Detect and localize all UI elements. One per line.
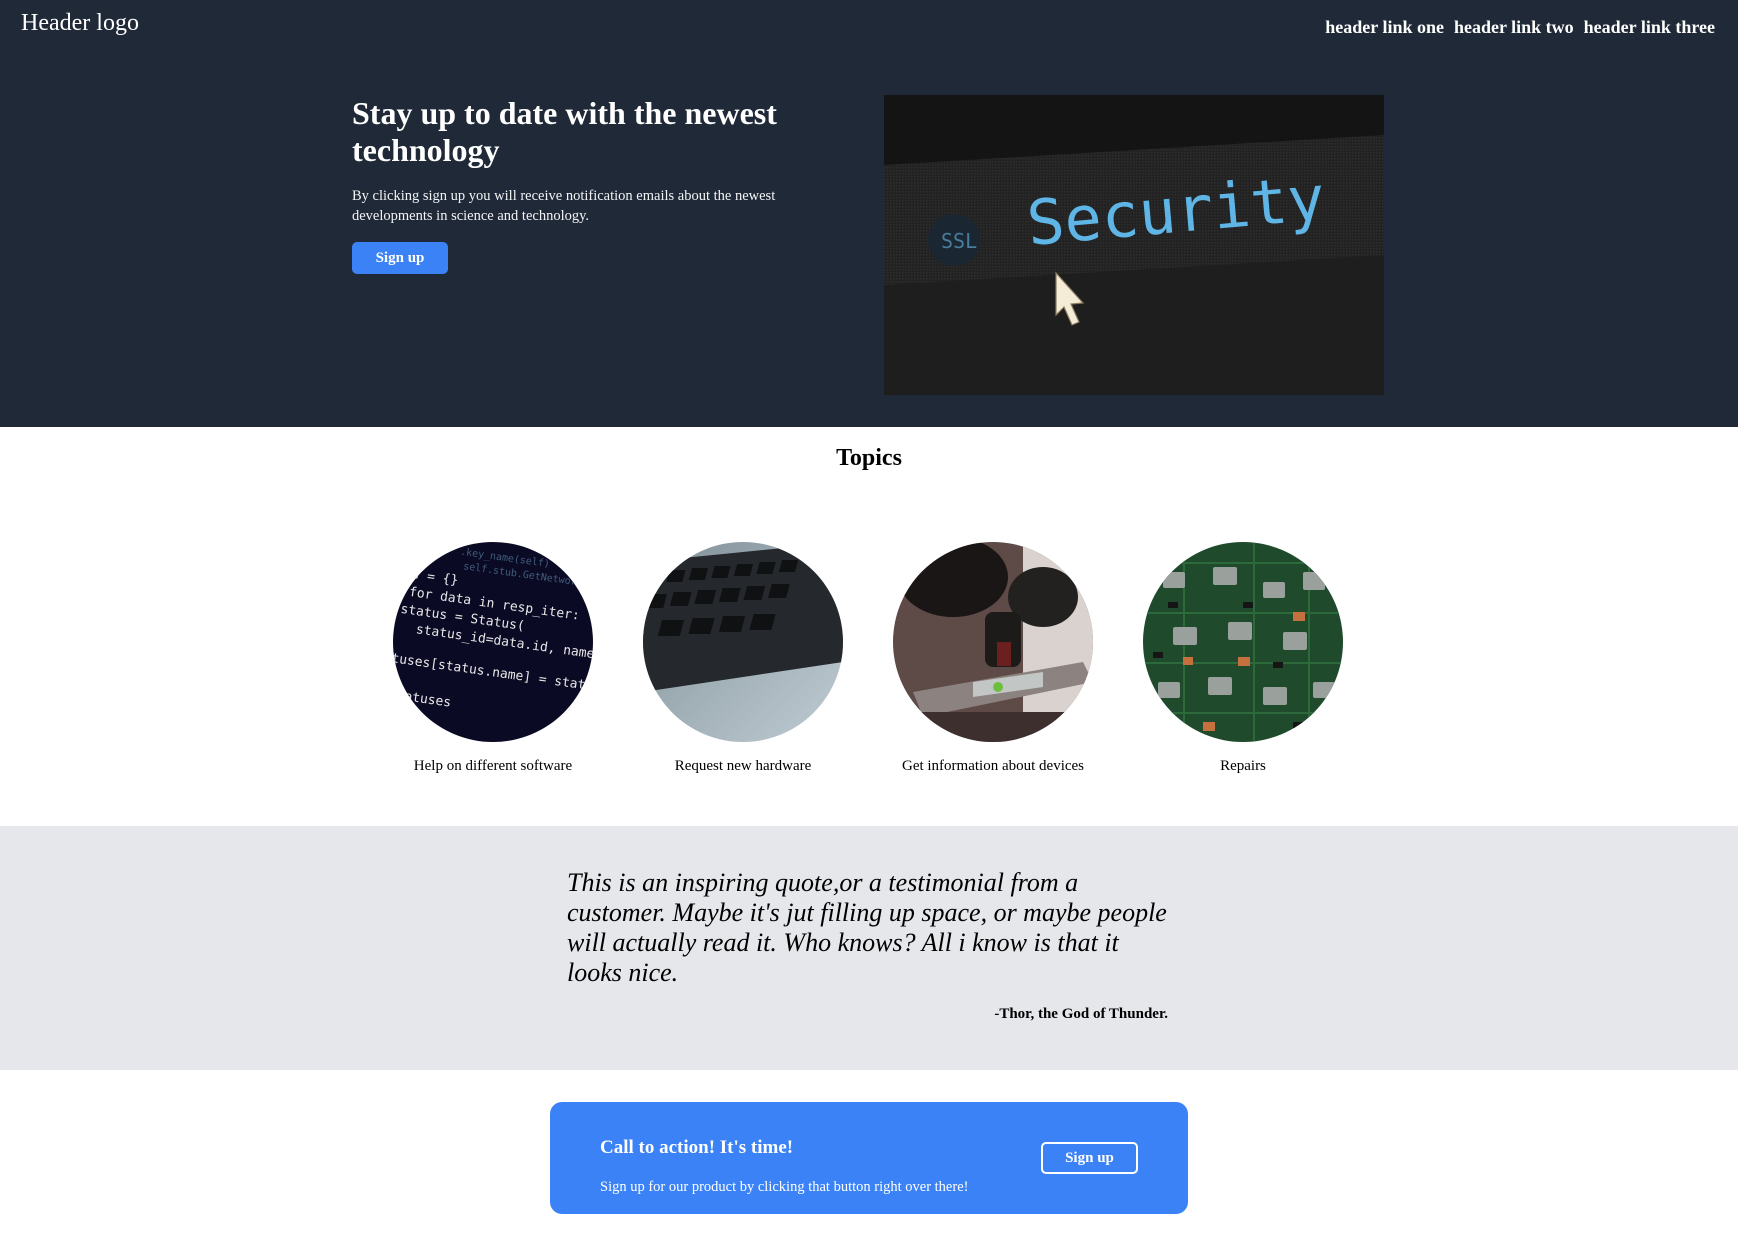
hero-text: Stay up to date with the newest technolo… bbox=[352, 95, 792, 274]
cta-subtitle: Sign up for our product by clicking that… bbox=[600, 1179, 969, 1195]
quote-text: This is an inspiring quote,or a testimon… bbox=[567, 868, 1167, 987]
hero-image: SSL Security bbox=[884, 95, 1384, 395]
header-link-one[interactable]: header link one bbox=[1325, 17, 1444, 38]
header-link-three[interactable]: header link three bbox=[1584, 17, 1715, 38]
cta-box: Call to action! It's time! Sign up for o… bbox=[550, 1102, 1188, 1214]
laptop-keyboard-image bbox=[643, 542, 843, 742]
cta-signup-button[interactable]: Sign up bbox=[1041, 1142, 1138, 1174]
topic-hardware[interactable]: Request new hardware bbox=[618, 542, 868, 775]
topic-software[interactable]: .key_name(self) self.stub.GetNetwork s =… bbox=[368, 542, 618, 775]
topic-caption: Repairs bbox=[1220, 758, 1266, 774]
circuit-board-image bbox=[1143, 542, 1343, 742]
cta-title: Call to action! It's time! bbox=[600, 1137, 794, 1158]
ssl-badge-text: SSL bbox=[941, 229, 977, 253]
topics-title: Topics bbox=[836, 445, 902, 471]
header-logo[interactable]: Header logo bbox=[21, 10, 139, 37]
hero-subtitle: By clicking sign up you will receive not… bbox=[352, 188, 776, 224]
hero-signup-button[interactable]: Sign up bbox=[352, 242, 448, 274]
topic-caption: Get information about devices bbox=[901, 758, 1085, 774]
topic-caption: Help on different software bbox=[413, 758, 573, 774]
header-link-two[interactable]: header link two bbox=[1454, 17, 1574, 38]
hero-title: Stay up to date with the newest technolo… bbox=[352, 95, 777, 168]
topic-repairs[interactable]: Repairs bbox=[1118, 542, 1368, 775]
security-keyboard-image: SSL Security bbox=[884, 95, 1384, 395]
quote-author: -Thor, the God of Thunder. bbox=[994, 1006, 1168, 1022]
quote-section: This is an inspiring quote,or a testimon… bbox=[0, 826, 1738, 1070]
topic-caption: Request new hardware bbox=[674, 758, 812, 774]
hero-section: Header logo header link one header link … bbox=[0, 0, 1738, 427]
header-nav: header link one header link two header l… bbox=[1325, 17, 1715, 38]
code-image: .key_name(self) self.stub.GetNetwork s =… bbox=[393, 542, 593, 742]
microscope-image bbox=[893, 542, 1093, 742]
topic-devices[interactable]: Get information about devices bbox=[868, 542, 1118, 775]
